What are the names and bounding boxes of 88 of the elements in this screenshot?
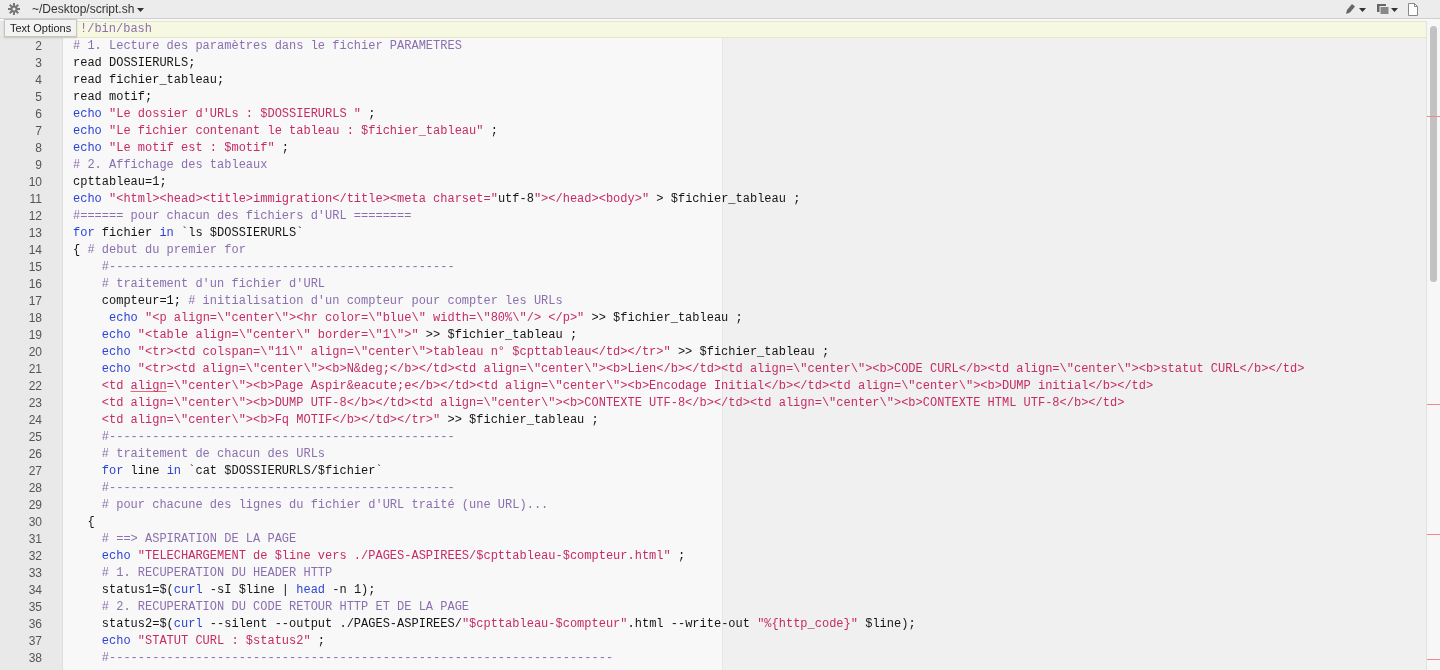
- scrollbar-thumb[interactable]: [1430, 26, 1437, 282]
- scrollbar-mark: [1427, 404, 1440, 405]
- code-line: # 1. RECUPERATION DU HEADER HTTP: [100, 565, 333, 582]
- line-number: 34: [27, 582, 42, 599]
- code-line: # traitement d'un fichier d'URL: [100, 276, 326, 293]
- line-number: 37: [27, 633, 42, 650]
- code-line: <td align=\"center\"><b>DUMP UTF-8</b></td><td align=\"center\"><b>CONTEXTE UTF-8</b></td><td align=\"center\"><b>CONTEXTE HTML UTF-8</b></td>: [100, 395, 1125, 412]
- code-line: <td align=\"center\"><b>Fq MOTIF</b></td></tr>" >> $fichier_tableau ;: [100, 412, 599, 429]
- line-number: 2: [34, 38, 42, 55]
- line-number: 29: [27, 497, 42, 514]
- line-number: 7: [34, 123, 42, 140]
- code-line: { # debut du premier for: [73, 242, 246, 259]
- code-line: echo "<table align=\"center\" border=\"1\">" >> $fichier_tableau ;: [100, 327, 578, 344]
- line-number: 8: [34, 140, 42, 157]
- code-line: echo "Le motif est : $motif" ;: [73, 140, 290, 157]
- code-line: echo "<tr><td align=\"center\"><b>N&deg;</b></td><td align=\"center\"><b>Lien</b></td><td align=\"center\"><b>CODE CURL</b><td align=\"center\"><b>statut CURL</b></td>: [100, 361, 1305, 378]
- code-line: echo "<tr><td colspan=\"11\" align=\"center\">tableau n° $cpttableau</td></tr>" >> $fichier_tableau ;: [100, 344, 830, 361]
- code-line: # pour chacune des lignes du fichier d'URL traité (une URL)...: [100, 497, 549, 514]
- line-number: 14: [27, 242, 42, 259]
- line-number: 18: [27, 310, 42, 327]
- code-line: # 2. Affichage des tableaux: [73, 157, 268, 174]
- scrollbar-mark: [1427, 659, 1440, 660]
- code-line: #----------------------------------------------------------------------: [100, 650, 614, 667]
- line-number: 32: [27, 548, 42, 565]
- code-line: echo "STATUT CURL : $status2" ;: [100, 633, 326, 650]
- line-number: 35: [27, 599, 42, 616]
- line-number: 36: [27, 616, 42, 633]
- code-line: compteur=1; # initialisation d'un compteur pour compter les URLs: [100, 293, 563, 310]
- settings-icon[interactable]: [8, 3, 20, 15]
- code-line: read motif;: [73, 89, 153, 106]
- document-icon[interactable]: [1408, 2, 1418, 16]
- file-path-menu[interactable]: ~/Desktop/script.sh: [30, 2, 147, 16]
- code-line: <td align=\"center\"><b>Page Aspir&eacute;e</b></td><td align=\"center\"><b>Encodage Initial</b></td><td align=\"center\"><b>DUMP initial</b></td>: [100, 378, 1154, 395]
- line-number: 31: [27, 531, 42, 548]
- line-number: 6: [34, 106, 42, 123]
- tooltip: Text Options: [4, 19, 78, 37]
- code-line: # 2. RECUPERATION DU CODE RETOUR HTTP ET DE LA PAGE: [100, 599, 470, 616]
- line-number: 11: [28, 191, 42, 208]
- line-number: 24: [27, 412, 42, 429]
- code-line: echo "Le dossier d'URLs : $DOSSIERURLS " ;: [73, 106, 376, 123]
- line-number: 23: [27, 395, 42, 412]
- code-line: #------------------------------------------------: [100, 480, 455, 497]
- line-number: 5: [34, 89, 42, 106]
- line-number: 30: [27, 514, 42, 531]
- line-number: 9: [34, 157, 42, 174]
- line-number: 20: [27, 344, 42, 361]
- line-number: 15: [27, 259, 42, 276]
- code-line: !/bin/bash: [80, 21, 152, 38]
- code-line: echo "TELECHARGEMENT de $line vers ./PAGES-ASPIREES/$cpttableau-$compteur.html" ;: [100, 548, 686, 565]
- pen-icon[interactable]: [1344, 3, 1366, 15]
- line-number: 12: [27, 208, 42, 225]
- caret-icon: [137, 6, 145, 12]
- code-line: cpttableau=1;: [73, 174, 167, 191]
- line-number: 21: [27, 361, 42, 378]
- code-line: echo "<html><head><title>immigration</title><meta charset="utf-8"></head><body>" > $fichier_tableau ;: [73, 191, 801, 208]
- line-number: 28: [27, 480, 42, 497]
- line-number: 38: [27, 650, 42, 667]
- line-number: 19: [27, 327, 42, 344]
- line-number: 17: [27, 293, 42, 310]
- code-line: # 1. Lecture des paramètres dans le fichier PARAMETRES: [73, 38, 462, 55]
- code-line: echo "Le fichier contenant le tableau : $fichier_tableau" ;: [73, 123, 498, 140]
- code-line: # ==> ASPIRATION DE LA PAGE: [100, 531, 297, 548]
- code-line: # traitement de chacun des URLs: [100, 446, 326, 463]
- stacked-squares-icon[interactable]: [1376, 3, 1398, 15]
- line-number: 27: [27, 463, 42, 480]
- line-number: 3: [34, 55, 42, 72]
- line-number: 10: [27, 174, 42, 191]
- code-line: echo "<p align=\"center\"><hr color=\"blue\" width=\"80%\"/> </p>" >> $fichier_tableau ;: [108, 310, 743, 327]
- code-line: read DOSSIERURLS;: [73, 55, 196, 72]
- line-number: 4: [34, 72, 42, 89]
- code-line: for line in `cat $DOSSIERURLS/$fichier`: [100, 463, 383, 480]
- code-line: #====== pour chacun des fichiers d'URL ========: [73, 208, 412, 225]
- scrollbar[interactable]: [1426, 21, 1440, 670]
- line-number: 16: [27, 276, 42, 293]
- line-number: 26: [27, 446, 42, 463]
- code-line: for fichier in `ls $DOSSIERURLS`: [73, 225, 304, 242]
- line-number: 13: [27, 225, 42, 242]
- scrollbar-mark: [1427, 116, 1440, 117]
- code-line: {: [86, 514, 95, 531]
- code-line: #------------------------------------------------: [100, 429, 455, 446]
- line-number: 25: [27, 429, 42, 446]
- code-line: read fichier_tableau;: [73, 72, 225, 89]
- code-line: #------------------------------------------------: [100, 259, 455, 276]
- line-number: 33: [27, 565, 42, 582]
- line-number: 22: [27, 378, 42, 395]
- code-line: status1=$(curl -sI $line | head -n 1);: [100, 582, 376, 599]
- scrollbar-mark: [1427, 534, 1440, 535]
- code-line: status2=$(curl --silent --output ./PAGES-ASPIREES/"$cpttableau-$compteur".html --write-out "%{http_code}" $line);: [100, 616, 916, 633]
